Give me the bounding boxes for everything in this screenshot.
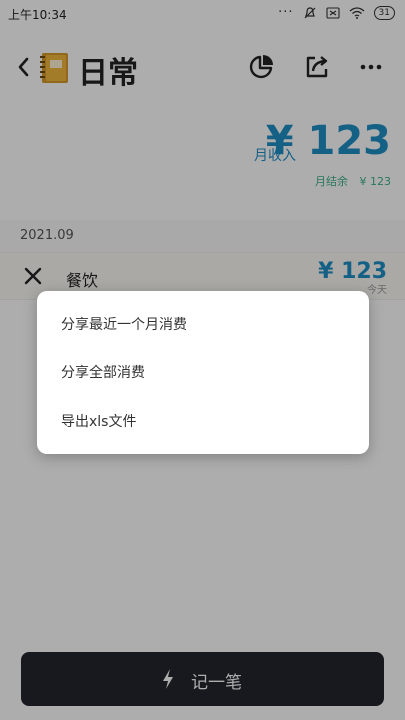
share-menu: 分享最近一个月消费 分享全部消费 导出xls文件 xyxy=(37,291,369,454)
menu-item-share-last-month[interactable]: 分享最近一个月消费 xyxy=(61,307,351,343)
menu-item-export-xls[interactable]: 导出xls文件 xyxy=(61,404,351,440)
menu-item-share-all[interactable]: 分享全部消费 xyxy=(61,355,351,391)
